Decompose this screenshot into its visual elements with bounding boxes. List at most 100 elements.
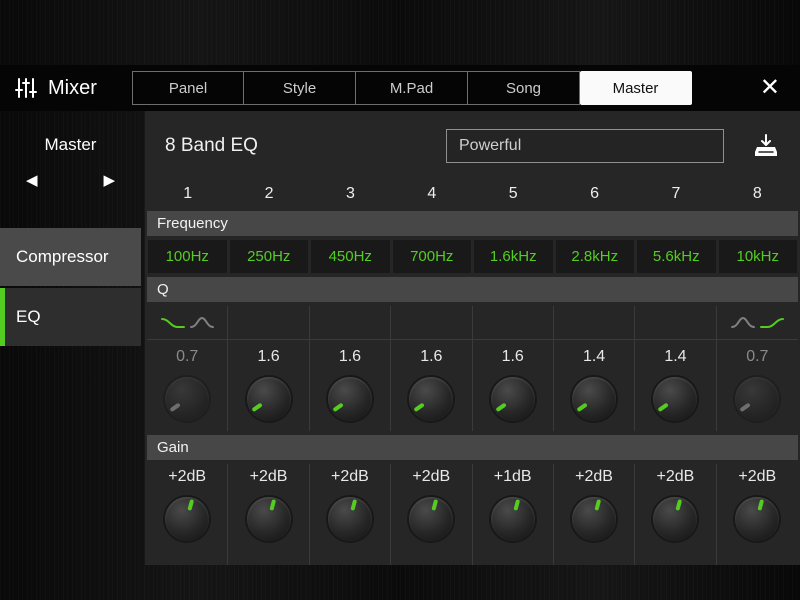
- preset-selector[interactable]: Powerful: [446, 129, 724, 163]
- q-knob-band-7[interactable]: [653, 377, 698, 421]
- gain-value: +2dB: [656, 468, 695, 485]
- band-number: 4: [427, 185, 437, 202]
- band-number-row: 1 2 3 4 5 6 7 8: [145, 181, 800, 207]
- gain-section-header: Gain: [147, 435, 798, 460]
- q-section-header: Q: [147, 277, 798, 302]
- gain-knob-band-7[interactable]: [653, 497, 698, 541]
- low-shelf-filter-icon[interactable]: [160, 315, 185, 331]
- tab-mpad[interactable]: M.Pad: [356, 71, 468, 105]
- section-label: Gain: [157, 439, 189, 456]
- gain-value: +2dB: [249, 468, 288, 485]
- q-band-4: 1.6: [391, 306, 473, 431]
- q-value: 1.4: [664, 348, 687, 365]
- gain-band-5: +1dB: [473, 464, 554, 565]
- frequency-value-band-4[interactable]: 700Hz: [392, 240, 471, 273]
- section-label: Frequency: [157, 215, 228, 232]
- q-value: 1.6: [420, 348, 443, 365]
- q-band-5: 1.6: [472, 306, 554, 431]
- q-knob-band-1[interactable]: [165, 377, 210, 421]
- gain-knob-band-8[interactable]: [735, 497, 780, 541]
- gain-value: +2dB: [575, 468, 613, 485]
- gain-value: +2dB: [738, 468, 777, 485]
- q-band-2: 1.6: [228, 306, 310, 431]
- gain-band-2: +2dB: [228, 464, 310, 565]
- q-knob-band-4[interactable]: [409, 377, 454, 421]
- gain-knob-band-2[interactable]: [246, 497, 291, 541]
- tab-song[interactable]: Song: [468, 71, 580, 105]
- mixer-screen: Mixer Panel Style M.Pad Song Master ✕ Ma…: [0, 0, 800, 600]
- gain-knob-band-1[interactable]: [165, 497, 210, 541]
- q-band-3: 1.6: [309, 306, 392, 431]
- sidebar: Master ◀ ▶ Compressor EQ: [0, 111, 141, 348]
- q-band-6: 1.4: [553, 306, 636, 431]
- frequency-value-band-7[interactable]: 5.6kHz: [637, 240, 716, 273]
- q-row: 0.7 1.6 1.6 1.6 1.6 1.4 1.4 0.7: [145, 306, 800, 431]
- gain-value: +1dB: [493, 468, 532, 485]
- gain-band-1: +2dB: [147, 464, 229, 565]
- peak-filter-icon[interactable]: [189, 315, 214, 331]
- gain-value: +2dB: [168, 468, 207, 485]
- frequency-value-band-8[interactable]: 10kHz: [718, 240, 797, 273]
- frequency-row: 100Hz 250Hz 450Hz 700Hz 1.6kHz 2.8kHz 5.…: [145, 240, 800, 273]
- sidebar-item-label: Compressor: [16, 247, 109, 266]
- gain-band-4: +2dB: [391, 464, 473, 565]
- band-number: 3: [345, 185, 355, 202]
- gain-knob-band-4[interactable]: [409, 497, 454, 541]
- q-knob-band-5[interactable]: [490, 377, 535, 421]
- mixer-sliders-icon: [14, 76, 38, 100]
- next-channel-button[interactable]: ▶: [103, 171, 115, 189]
- frequency-value-band-3[interactable]: 450Hz: [311, 240, 390, 273]
- q-knob-band-2[interactable]: [246, 377, 291, 421]
- q-value: 1.4: [582, 348, 606, 365]
- eq-panel: 8 Band EQ Powerful 1 2 3 4 5 6 7 8 Frequ…: [145, 111, 800, 565]
- channel-selector: Master ◀ ▶: [0, 111, 141, 228]
- q-band-8: 0.7: [716, 306, 798, 431]
- q-band-7: 1.4: [635, 306, 717, 431]
- tab-master[interactable]: Master: [580, 71, 692, 105]
- tab-panel[interactable]: Panel: [132, 71, 244, 105]
- gain-value: +2dB: [331, 468, 369, 485]
- band-number: 2: [264, 185, 274, 202]
- gain-band-7: +2dB: [635, 464, 717, 565]
- sidebar-item-compressor[interactable]: Compressor: [0, 228, 141, 286]
- preset-name: Powerful: [459, 137, 522, 154]
- prev-channel-button[interactable]: ◀: [26, 171, 38, 189]
- frequency-value-band-2[interactable]: 250Hz: [229, 240, 308, 273]
- gain-value: +2dB: [412, 468, 451, 485]
- peak-filter-icon[interactable]: [730, 315, 755, 331]
- tab-style[interactable]: Style: [244, 71, 356, 105]
- eq-title: 8 Band EQ: [165, 135, 258, 156]
- channel-label: Master: [44, 135, 97, 154]
- high-shelf-filter-icon[interactable]: [759, 315, 784, 331]
- eq-panel-header: 8 Band EQ Powerful: [145, 111, 800, 181]
- sidebar-item-label: EQ: [16, 307, 41, 326]
- frequency-value-band-5[interactable]: 1.6kHz: [474, 240, 553, 273]
- section-label: Q: [157, 281, 169, 298]
- gain-knob-band-5[interactable]: [490, 497, 535, 541]
- q-knob-band-8[interactable]: [735, 377, 780, 421]
- sidebar-item-eq[interactable]: EQ: [0, 288, 141, 346]
- mixer-tabs: Panel Style M.Pad Song Master: [132, 71, 692, 105]
- gain-knob-band-3[interactable]: [327, 497, 372, 541]
- q-knob-band-3[interactable]: [327, 377, 372, 421]
- save-button[interactable]: [748, 128, 784, 164]
- gain-band-6: +2dB: [554, 464, 636, 565]
- band-number: 8: [752, 185, 762, 202]
- gain-knob-band-6[interactable]: [572, 497, 617, 541]
- app-title-group: Mixer: [0, 76, 132, 100]
- q-knob-band-6[interactable]: [572, 377, 617, 421]
- q-value: 1.6: [257, 348, 280, 365]
- frequency-value-band-6[interactable]: 2.8kHz: [555, 240, 634, 273]
- save-icon: [753, 133, 779, 159]
- band-number: 6: [590, 185, 600, 202]
- q-value: 1.6: [338, 348, 362, 365]
- q-band-1: 0.7: [147, 306, 229, 431]
- frequency-value-band-1[interactable]: 100Hz: [148, 240, 227, 273]
- gain-row: +2dB +2dB +2dB +2dB +1dB +2dB +2dB +2dB: [145, 464, 800, 565]
- header-bar: Mixer Panel Style M.Pad Song Master ✕: [0, 65, 800, 111]
- gain-band-8: +2dB: [717, 464, 798, 565]
- band-number: 5: [508, 185, 518, 202]
- frequency-section-header: Frequency: [147, 211, 798, 236]
- band-number: 1: [183, 185, 193, 202]
- close-icon[interactable]: ✕: [760, 76, 780, 100]
